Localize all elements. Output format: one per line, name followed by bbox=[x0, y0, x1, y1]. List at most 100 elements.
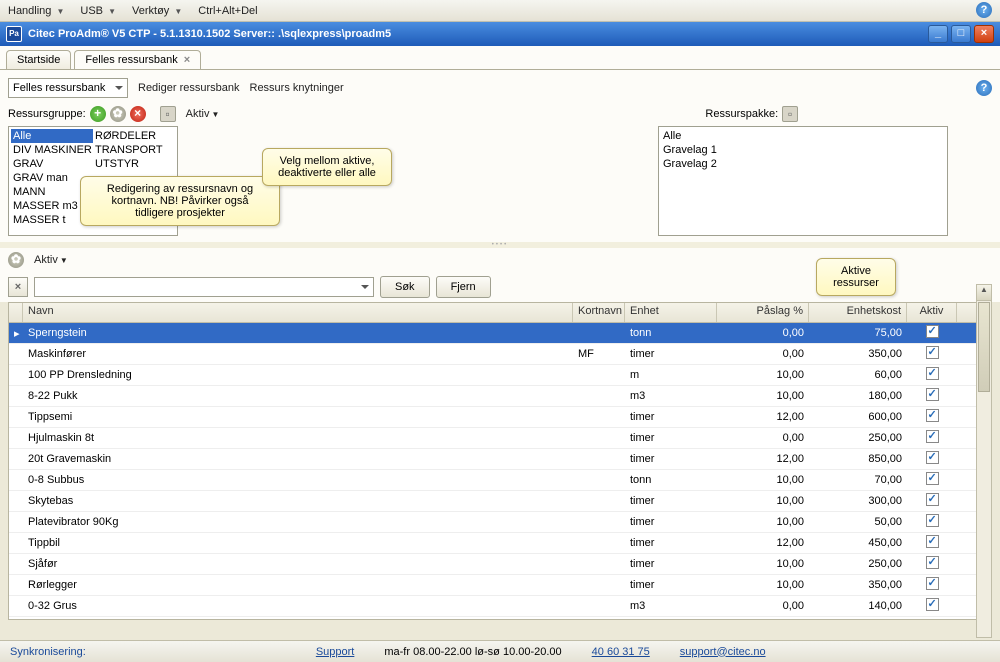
app-icon: Pa bbox=[6, 26, 22, 42]
cell-enhet: m3 bbox=[625, 600, 717, 612]
table-row[interactable]: MaskinførerMFtimer0,00350,00 bbox=[9, 344, 991, 365]
table-row[interactable]: Skytebastimer10,00300,00 bbox=[9, 491, 991, 512]
tab-startside[interactable]: Startside bbox=[6, 50, 71, 69]
cell-paslag: 10,00 bbox=[717, 495, 809, 507]
aktiv-checkbox[interactable] bbox=[926, 472, 939, 485]
support-link[interactable]: Support bbox=[316, 646, 355, 658]
col-paslag[interactable]: Påslag % bbox=[717, 303, 809, 322]
col-enhetskost[interactable]: Enhetskost bbox=[809, 303, 907, 322]
bank-combo[interactable]: Felles ressursbank bbox=[8, 78, 128, 98]
aktiv-checkbox[interactable] bbox=[926, 598, 939, 611]
support-email[interactable]: support@citec.no bbox=[680, 646, 766, 658]
pack-item[interactable]: Alle bbox=[661, 129, 945, 143]
aktiv-filter-lower[interactable]: Aktiv▼ bbox=[34, 254, 68, 266]
table-row[interactable]: Tippbiltimer12,00450,00 bbox=[9, 533, 991, 554]
scroll-thumb[interactable] bbox=[978, 302, 990, 392]
cell-navn: Tippsemi bbox=[23, 411, 573, 423]
gear-icon[interactable]: ✿ bbox=[110, 106, 126, 122]
cell-enhet: tonn bbox=[625, 474, 717, 486]
menu-usb[interactable]: USB ▼ bbox=[80, 5, 116, 17]
menu-verktoy[interactable]: Verktøy ▼ bbox=[132, 5, 182, 17]
group-item[interactable]: Alle bbox=[11, 129, 93, 143]
gear-icon-lower[interactable]: ✿ bbox=[8, 252, 24, 268]
help-inline[interactable]: ? bbox=[976, 80, 992, 96]
menu-handling[interactable]: Handling ▼ bbox=[8, 5, 64, 17]
aktiv-checkbox[interactable] bbox=[926, 514, 939, 527]
pack-item[interactable]: Gravelag 2 bbox=[661, 157, 945, 171]
group-item[interactable]: GRAV bbox=[11, 157, 93, 171]
link-rediger[interactable]: Rediger ressursbank bbox=[138, 82, 240, 94]
aktiv-checkbox[interactable] bbox=[926, 409, 939, 422]
maximize-button[interactable]: □ bbox=[951, 25, 971, 43]
search-input[interactable] bbox=[34, 277, 374, 297]
col-enhet[interactable]: Enhet bbox=[625, 303, 717, 322]
sync-label: Synkronisering: bbox=[10, 646, 86, 658]
action-icon[interactable]: ▫ bbox=[160, 106, 176, 122]
search-button[interactable]: Søk bbox=[380, 276, 430, 298]
col-kortnavn[interactable]: Kortnavn bbox=[573, 303, 625, 322]
cell-paslag: 10,00 bbox=[717, 579, 809, 591]
aktiv-checkbox[interactable] bbox=[926, 556, 939, 569]
aktiv-checkbox[interactable] bbox=[926, 577, 939, 590]
pack-action-icon[interactable]: ▫ bbox=[782, 106, 798, 122]
support-phone[interactable]: 40 60 31 75 bbox=[592, 646, 650, 658]
cell-enhet: m3 bbox=[625, 390, 717, 402]
aktiv-checkbox[interactable] bbox=[926, 388, 939, 401]
delete-icon[interactable]: × bbox=[130, 106, 146, 122]
help-icon: ? bbox=[976, 2, 992, 18]
cell-enhet: timer bbox=[625, 495, 717, 507]
cell-enhet: timer bbox=[625, 411, 717, 423]
aktiv-checkbox[interactable] bbox=[926, 325, 939, 338]
pack-list[interactable]: AlleGravelag 1Gravelag 2 bbox=[658, 126, 948, 236]
cell-navn: Sjåfør bbox=[23, 558, 573, 570]
close-icon[interactable]: × bbox=[184, 54, 190, 66]
pack-item[interactable]: Gravelag 1 bbox=[661, 143, 945, 157]
callout-velg: Velg mellom aktive, deaktiverte eller al… bbox=[262, 148, 392, 186]
cell-paslag: 10,00 bbox=[717, 516, 809, 528]
group-item[interactable]: RØRDELER bbox=[93, 129, 175, 143]
aktiv-checkbox[interactable] bbox=[926, 493, 939, 506]
scroll-up-icon[interactable]: ▲ bbox=[977, 285, 991, 301]
table-row[interactable]: Hjulmaskin 8ttimer0,00250,00 bbox=[9, 428, 991, 449]
minimize-button[interactable]: _ bbox=[928, 25, 948, 43]
cell-kost: 250,00 bbox=[809, 558, 907, 570]
cell-enhet: timer bbox=[625, 453, 717, 465]
cell-paslag: 12,00 bbox=[717, 453, 809, 465]
group-item[interactable]: TRANSPORT bbox=[93, 143, 175, 157]
table-row[interactable]: ▸Sperngsteintonn0,0075,00 bbox=[9, 323, 991, 344]
cell-paslag: 10,00 bbox=[717, 390, 809, 402]
table-row[interactable]: Sjåførtimer10,00250,00 bbox=[9, 554, 991, 575]
clear-search-button[interactable]: × bbox=[8, 277, 28, 297]
table-row[interactable]: Tippsemitimer12,00600,00 bbox=[9, 407, 991, 428]
col-navn[interactable]: Navn bbox=[23, 303, 573, 322]
table-row[interactable]: 8-22 Pukkm310,00180,00 bbox=[9, 386, 991, 407]
table-row[interactable]: Platevibrator 90Kgtimer10,0050,00 bbox=[9, 512, 991, 533]
cell-navn: 0-32 Grus bbox=[23, 600, 573, 612]
table-row[interactable]: Rørleggertimer10,00350,00 bbox=[9, 575, 991, 596]
cell-enhet: timer bbox=[625, 537, 717, 549]
tab-ressursbank[interactable]: Felles ressursbank× bbox=[74, 50, 201, 69]
aktiv-checkbox[interactable] bbox=[926, 346, 939, 359]
table-row[interactable]: 0-32 Grusm30,00140,00 bbox=[9, 596, 991, 617]
grid-scrollbar[interactable]: ▲ bbox=[976, 284, 992, 638]
cell-enhet: timer bbox=[625, 516, 717, 528]
table-row[interactable]: 100 PP Drensledningm10,0060,00 bbox=[9, 365, 991, 386]
group-item[interactable]: DIV MASKINER bbox=[11, 143, 93, 157]
menu-ctrlaltdel[interactable]: Ctrl+Alt+Del bbox=[198, 5, 257, 17]
col-aktiv[interactable]: Aktiv bbox=[907, 303, 957, 322]
help-button[interactable]: ? bbox=[976, 2, 992, 18]
aktiv-checkbox[interactable] bbox=[926, 430, 939, 443]
close-button[interactable]: × bbox=[974, 25, 994, 43]
table-row[interactable]: 20t Gravemaskintimer12,00850,00 bbox=[9, 449, 991, 470]
aktiv-checkbox[interactable] bbox=[926, 535, 939, 548]
link-knytninger[interactable]: Ressurs knytninger bbox=[250, 82, 344, 94]
group-item[interactable]: UTSTYR bbox=[93, 157, 175, 171]
table-row[interactable]: 0-8 Subbustonn10,0070,00 bbox=[9, 470, 991, 491]
cell-navn: 0-8 Subbus bbox=[23, 474, 573, 486]
clear-button[interactable]: Fjern bbox=[436, 276, 491, 298]
aktiv-checkbox[interactable] bbox=[926, 367, 939, 380]
aktiv-filter-upper[interactable]: Aktiv▼ bbox=[186, 108, 220, 120]
aktiv-checkbox[interactable] bbox=[926, 451, 939, 464]
add-icon[interactable]: + bbox=[90, 106, 106, 122]
cell-enhet: tonn bbox=[625, 327, 717, 339]
